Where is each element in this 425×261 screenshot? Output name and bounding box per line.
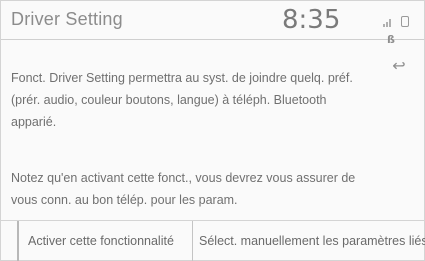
activate-feature-button[interactable]: Activer cette fonctionnalité — [17, 221, 202, 261]
phone-icon — [401, 16, 410, 28]
driver-setting-screen: Driver Setting 8:35 ß ↩ Fonct. Driver Se… — [0, 0, 425, 261]
notice-paragraph: Notez qu'en activant cette fonct., vous … — [11, 171, 356, 207]
screen-title: Driver Setting — [11, 9, 123, 29]
action-buttons: Activer cette fonctionnalité Sélect. man… — [1, 220, 425, 261]
back-button[interactable]: ↩ — [385, 55, 413, 77]
header-bar: Driver Setting 8:35 ß — [1, 1, 424, 46]
description-paragraph: Fonct. Driver Setting permettra au syst.… — [11, 71, 353, 129]
back-arrow-icon: ↩ — [392, 56, 406, 75]
bluetooth-icon: ß — [387, 33, 395, 47]
signal-icon — [383, 17, 393, 27]
manual-select-settings-button[interactable]: Sélect. manuellement les paramètres liés — [192, 221, 425, 261]
status-icons: ß — [383, 13, 424, 46]
clock: 8:35 — [282, 5, 341, 35]
